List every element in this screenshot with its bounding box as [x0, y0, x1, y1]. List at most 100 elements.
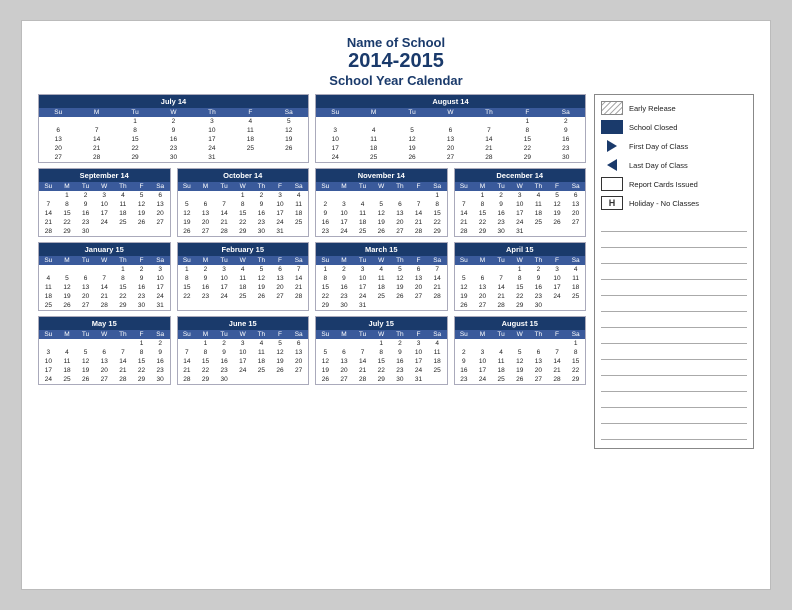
- cal-day: 30: [547, 153, 585, 162]
- cal-day: 20: [39, 144, 77, 153]
- cal-day: 0: [77, 117, 115, 126]
- cal-day: 20: [335, 366, 354, 375]
- cal-day: 10: [95, 200, 114, 209]
- day-header-cell: Th: [391, 330, 410, 339]
- cal-day: 11: [372, 274, 391, 283]
- cal-day: 1: [116, 117, 154, 126]
- cal-day: 16: [316, 218, 335, 227]
- day-header-cell: Su: [178, 256, 197, 265]
- cal-day: 15: [316, 283, 335, 292]
- cal-day: 4: [233, 265, 252, 274]
- cal-day: 29: [116, 153, 154, 162]
- cal-day: 15: [428, 209, 447, 218]
- cal-day: 18: [289, 209, 308, 218]
- cal-day: 22: [566, 366, 585, 375]
- cal-day: 13: [473, 283, 492, 292]
- cal-day: 0: [409, 301, 428, 310]
- day-header-cell: F: [548, 330, 567, 339]
- cal-day: 25: [372, 292, 391, 301]
- cal-day: 3: [510, 191, 529, 200]
- cal-day: 18: [231, 135, 269, 144]
- cal-day: 25: [529, 218, 548, 227]
- cal-day: 4: [231, 117, 269, 126]
- cal-day: 29: [196, 375, 215, 384]
- day-header-cell: M: [335, 256, 354, 265]
- cal-day: 19: [58, 292, 77, 301]
- day-headers: SuMTuWThFSa: [455, 256, 586, 265]
- month-calendar: February 15SuMTuWThFSa123456789101112131…: [177, 242, 310, 311]
- cal-day: 28: [492, 301, 511, 310]
- cal-day: 0: [492, 339, 511, 348]
- day-header-cell: F: [231, 108, 269, 117]
- cal-day: 7: [95, 274, 114, 283]
- cal-day: 8: [196, 348, 215, 357]
- calendar-row: January 15SuMTuWThFSa0000123456789101112…: [38, 242, 586, 311]
- cal-day: 24: [335, 227, 354, 236]
- cal-day: 18: [39, 292, 58, 301]
- cal-day: 4: [372, 265, 391, 274]
- cal-day: 10: [233, 348, 252, 357]
- month-header: April 15: [455, 243, 586, 256]
- cal-day: 13: [529, 357, 548, 366]
- cal-day: 11: [58, 357, 77, 366]
- cal-day: 0: [391, 191, 410, 200]
- month-header: December 14: [455, 169, 586, 182]
- cal-day: 0: [39, 191, 58, 200]
- cal-day: 19: [455, 292, 474, 301]
- cal-day: 19: [372, 218, 391, 227]
- day-header-cell: M: [58, 256, 77, 265]
- day-header-cell: Sa: [547, 108, 585, 117]
- cal-day: 12: [270, 126, 308, 135]
- cal-day: 22: [178, 292, 197, 301]
- cal-day: 14: [409, 209, 428, 218]
- cal-day: 31: [193, 153, 231, 162]
- cal-day: 29: [114, 301, 133, 310]
- cal-day: 4: [354, 126, 392, 135]
- cal-day: 13: [95, 357, 114, 366]
- day-headers: SuMTuWThFSa: [455, 182, 586, 191]
- cal-day: 27: [335, 375, 354, 384]
- cal-day: 7: [39, 200, 58, 209]
- cal-day: 23: [154, 144, 192, 153]
- cal-day: 16: [215, 357, 234, 366]
- cal-day: 18: [252, 357, 271, 366]
- cal-day: 7: [548, 348, 567, 357]
- day-headers: SuMTuWThFSa: [39, 256, 170, 265]
- day-headers: SuMTuWThFSa: [39, 182, 170, 191]
- cal-day: 23: [455, 375, 474, 384]
- cal-day: 11: [566, 274, 585, 283]
- cal-day: 11: [114, 200, 133, 209]
- day-header-cell: Sa: [289, 330, 308, 339]
- cal-day: 29: [510, 301, 529, 310]
- cal-day: 0: [431, 117, 469, 126]
- cal-day: 31: [271, 227, 290, 236]
- cal-day: 0: [455, 265, 474, 274]
- cal-day: 14: [215, 209, 234, 218]
- cal-day: 9: [455, 357, 474, 366]
- cal-day: 16: [547, 135, 585, 144]
- cal-day: 17: [473, 366, 492, 375]
- cal-day: 0: [428, 375, 447, 384]
- cal-day: 4: [353, 200, 372, 209]
- cal-day: 8: [372, 348, 391, 357]
- legend-school-closed: School Closed: [601, 120, 747, 134]
- cal-day: 15: [58, 209, 77, 218]
- day-header-cell: F: [271, 256, 290, 265]
- month-calendar: July 14SuMTuWThFSa0012345678910111213141…: [38, 94, 309, 163]
- cal-day: 1: [114, 265, 133, 274]
- day-header-cell: Th: [470, 108, 508, 117]
- day-header-cell: F: [409, 256, 428, 265]
- cal-day: 27: [151, 218, 170, 227]
- cal-day: 5: [393, 126, 431, 135]
- cal-day: 5: [510, 348, 529, 357]
- cal-day: 12: [455, 283, 474, 292]
- cal-day: 21: [95, 292, 114, 301]
- legend: Early Release School Closed First Day of…: [594, 94, 754, 449]
- day-header-cell: Su: [316, 330, 335, 339]
- day-header-cell: F: [132, 330, 151, 339]
- cal-day: 3: [409, 339, 428, 348]
- cal-day: 21: [77, 144, 115, 153]
- cal-day: 10: [271, 200, 290, 209]
- month-header: January 15: [39, 243, 170, 256]
- cal-day: 8: [473, 200, 492, 209]
